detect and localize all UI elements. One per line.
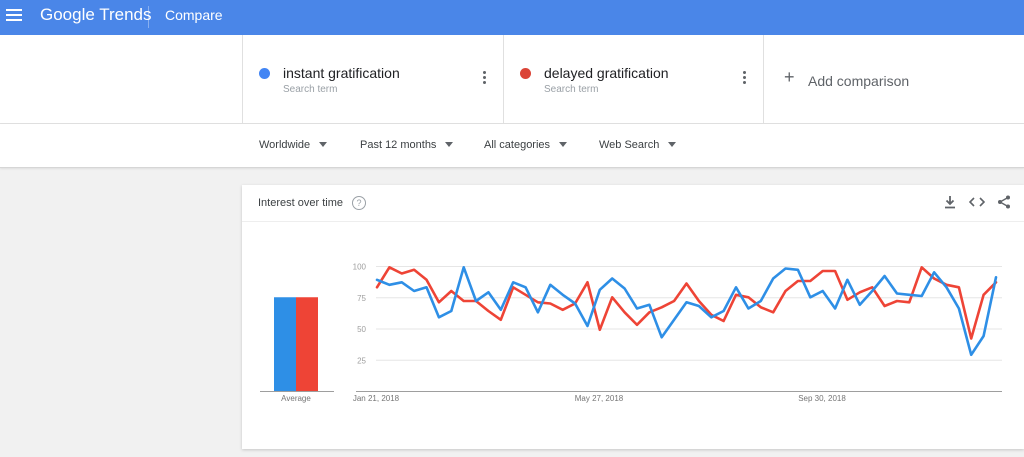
- filter-label: Past 12 months: [360, 139, 437, 151]
- average-bar: [274, 297, 296, 391]
- more-options-icon[interactable]: [743, 71, 747, 85]
- dropdown-caret-icon: [668, 142, 677, 147]
- term-type: Search term: [283, 84, 338, 95]
- term-name[interactable]: instant gratification: [283, 65, 400, 81]
- dropdown-caret-icon: [559, 142, 568, 147]
- average-bar: [296, 297, 318, 391]
- x-tick-label: Jan 21, 2018: [353, 394, 400, 403]
- filter-time-range[interactable]: Past 12 months: [360, 139, 454, 151]
- google-trends-logo[interactable]: Google Trends: [40, 5, 152, 25]
- page-title: Compare: [165, 7, 223, 23]
- more-options-icon[interactable]: [483, 71, 487, 85]
- term-color-dot: [520, 68, 531, 79]
- y-tick-label: 25: [357, 356, 366, 365]
- x-tick-label: May 27, 2018: [575, 394, 624, 403]
- add-comparison-button[interactable]: + Add comparison: [763, 35, 1024, 124]
- hamburger-menu-icon[interactable]: [6, 9, 22, 23]
- top-app-bar: Google Trends Compare: [0, 0, 1024, 35]
- term-type: Search term: [544, 84, 599, 95]
- filter-label: Worldwide: [259, 139, 311, 151]
- dropdown-caret-icon: [319, 142, 328, 147]
- average-label: Average: [281, 394, 311, 403]
- term-name[interactable]: delayed gratification: [544, 65, 669, 81]
- y-tick-label: 50: [357, 325, 366, 334]
- filter-bar: Worldwide Past 12 months All categories …: [0, 124, 1024, 168]
- interest-chart: Average 100 75 50 25 Jan 21, 2018 May 27, 201…: [260, 263, 1002, 403]
- term-card-2[interactable]: delayed gratification Search term: [503, 35, 763, 124]
- add-comparison-label: Add comparison: [808, 73, 910, 89]
- x-tick-label: Sep 30, 2018: [798, 394, 846, 403]
- dropdown-caret-icon: [445, 142, 454, 147]
- term-card-1[interactable]: instant gratification Search term: [242, 35, 503, 124]
- y-tick-label: 100: [353, 263, 367, 272]
- filter-category[interactable]: All categories: [484, 139, 568, 151]
- header-divider: [148, 6, 149, 28]
- y-tick-label: 75: [357, 294, 366, 303]
- interest-over-time-card: Interest over time ? Average 100 75 50 25 Ja…: [242, 185, 1024, 449]
- compare-terms-row: instant gratification Search term delaye…: [0, 35, 1024, 124]
- filter-search-type[interactable]: Web Search: [599, 139, 677, 151]
- term-color-dot: [259, 68, 270, 79]
- filter-label: Web Search: [599, 139, 660, 151]
- plus-icon: +: [784, 67, 795, 87]
- series-line: [375, 266, 998, 357]
- filter-label: All categories: [484, 139, 551, 151]
- filter-region[interactable]: Worldwide: [259, 139, 328, 151]
